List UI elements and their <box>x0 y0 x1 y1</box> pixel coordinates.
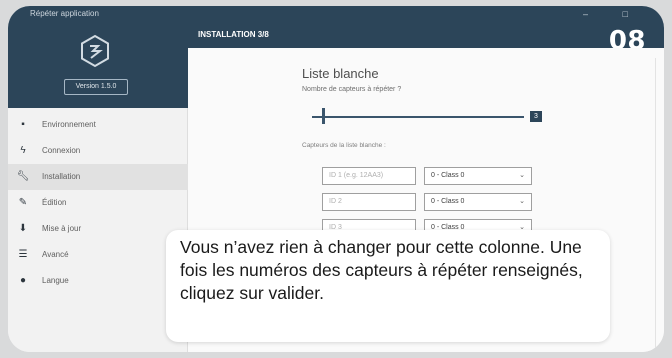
sidebar-item-langue[interactable]: ● Langue <box>8 268 188 294</box>
sensor-id-input-1[interactable]: ID 1 (e.g. 12AA3) <box>322 167 416 185</box>
sliders-icon: ☰ <box>18 249 28 260</box>
sidebar-item-mise-a-jour[interactable]: ⬇ Mise à jour <box>8 216 188 242</box>
sensor-count-label: Nombre de capteurs à répéter ? <box>302 86 402 93</box>
sidebar-item-installation[interactable]: 🔧︎ Installation <box>8 164 188 190</box>
window-titlebar: Répéter application – □ <box>8 6 664 22</box>
scrollbar[interactable] <box>655 58 656 348</box>
app-logo-icon <box>81 34 109 68</box>
class-select-1[interactable]: 0 - Class 0 ⌄ <box>424 167 532 185</box>
globe-icon: ● <box>19 275 27 286</box>
class-select-value: 0 - Class 0 <box>431 198 465 205</box>
sidebar: Version 1.5.0 ▪ Environnement ϟ Connexio… <box>8 22 188 352</box>
download-icon: ⬇ <box>18 223 28 234</box>
step-header: INSTALLATION 3/8 08 <box>188 22 664 56</box>
page-title: Liste blanche <box>302 66 379 81</box>
slider-value: 3 <box>530 111 542 122</box>
sidebar-item-edition[interactable]: ✎ Édition <box>8 190 188 216</box>
brand-panel: Version 1.5.0 <box>8 22 188 108</box>
sidebar-item-label: Installation <box>42 172 81 181</box>
sensor-id-input-2[interactable]: ID 2 <box>322 193 416 211</box>
chevron-down-icon: ⌄ <box>519 172 525 179</box>
step-title: INSTALLATION 3/8 <box>198 30 269 39</box>
wrench-icon: 🔧︎ <box>16 171 30 182</box>
tutorial-caption: Vous n’avez rien à changer pour cette co… <box>166 230 610 342</box>
class-select-value: 0 - Class 0 <box>431 172 465 179</box>
sidebar-item-label: Avancé <box>42 250 69 259</box>
chevron-down-icon: ⌄ <box>519 198 525 205</box>
version-badge: Version 1.5.0 <box>64 79 128 95</box>
sidebar-item-connexion[interactable]: ϟ Connexion <box>8 138 188 164</box>
lightning-icon: ϟ <box>20 145 26 156</box>
sidebar-item-label: Environnement <box>42 120 96 129</box>
window-title: Répéter application <box>30 9 99 18</box>
sensor-count-slider[interactable] <box>312 116 524 118</box>
sidebar-item-label: Langue <box>42 276 69 285</box>
sidebar-item-label: Mise à jour <box>42 224 82 233</box>
window-controls[interactable]: – □ <box>583 6 644 22</box>
class-select-2[interactable]: 0 - Class 0 ⌄ <box>424 193 532 211</box>
edit-icon: ✎ <box>18 197 28 208</box>
whitelist-label: Capteurs de la liste blanche : <box>302 142 386 149</box>
sidebar-item-environnement[interactable]: ▪ Environnement <box>8 112 188 138</box>
slider-thumb[interactable] <box>322 108 325 124</box>
sidebar-item-avance[interactable]: ☰ Avancé <box>8 242 188 268</box>
sidebar-item-label: Édition <box>42 198 67 207</box>
monitor-icon: ▪ <box>21 119 25 130</box>
sidebar-item-label: Connexion <box>42 146 81 155</box>
